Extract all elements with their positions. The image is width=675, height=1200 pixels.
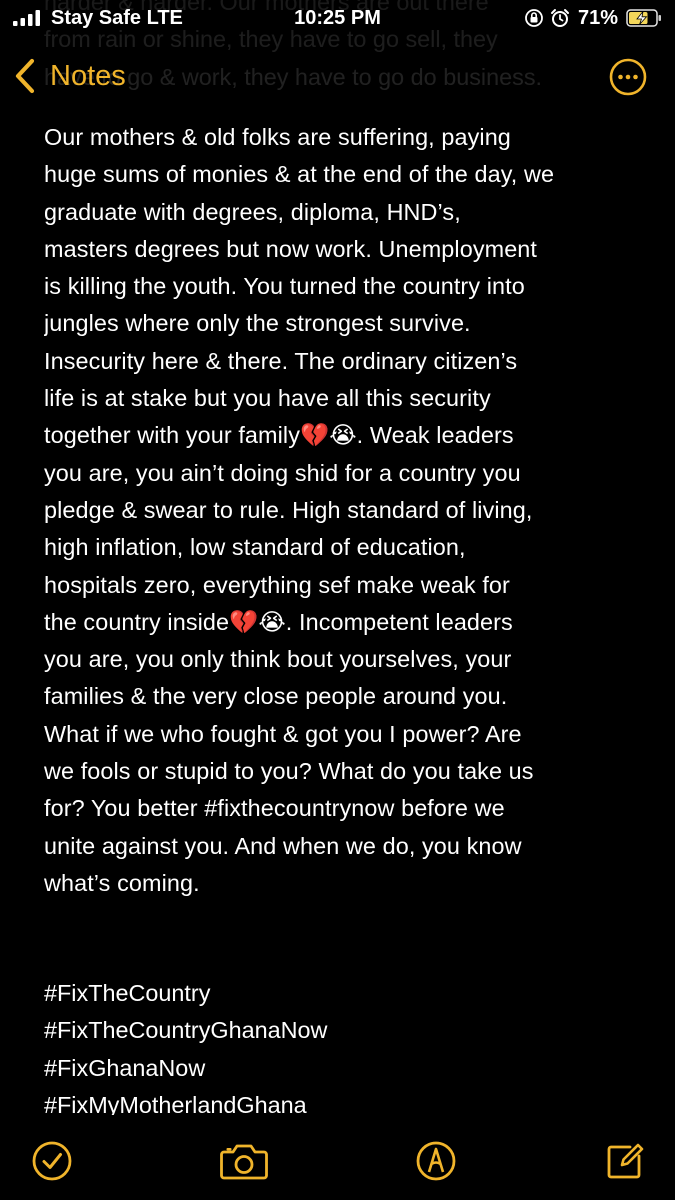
markup-button[interactable]	[414, 1139, 460, 1185]
status-bar: Stay Safe LTE 10:25 PM 71%	[0, 0, 675, 38]
chevron-left-icon	[15, 58, 35, 94]
compose-icon	[607, 1143, 644, 1179]
camera-button[interactable]	[219, 1139, 269, 1185]
markup-pen-icon	[416, 1141, 456, 1181]
navigation-bar: Notes	[0, 48, 675, 104]
ellipsis-circle-icon	[609, 58, 647, 96]
hashtag-line[interactable]: #FixTheCountry	[44, 975, 644, 1012]
battery-percentage: 71%	[577, 6, 618, 29]
checklist-icon	[32, 1141, 72, 1181]
back-button-label: Notes	[50, 59, 126, 92]
battery-charging-icon	[626, 9, 661, 27]
hashtag-list: #FixTheCountry #FixTheCountryGhanaNow #F…	[44, 975, 644, 1115]
note-body-text[interactable]: Our mothers & old folks are suffering, p…	[44, 119, 644, 902]
alarm-icon	[550, 9, 569, 27]
hashtag-line[interactable]: #FixTheCountryGhanaNow	[44, 1012, 644, 1049]
hashtag-line[interactable]: #FixMyMotherlandGhana	[44, 1087, 644, 1115]
hashtag-line[interactable]: #FixGhanaNow	[44, 1050, 644, 1087]
orientation-lock-icon	[525, 9, 543, 27]
camera-icon	[220, 1144, 268, 1180]
checklist-button[interactable]	[30, 1139, 76, 1185]
compose-note-button[interactable]	[603, 1139, 649, 1185]
status-indicators: 71%	[524, 5, 662, 31]
back-button[interactable]: Notes	[14, 54, 126, 98]
bottom-toolbar	[0, 1115, 675, 1200]
note-editor[interactable]: harder & harder. Our mothers are out the…	[44, 0, 644, 1115]
more-options-button[interactable]	[609, 58, 647, 96]
